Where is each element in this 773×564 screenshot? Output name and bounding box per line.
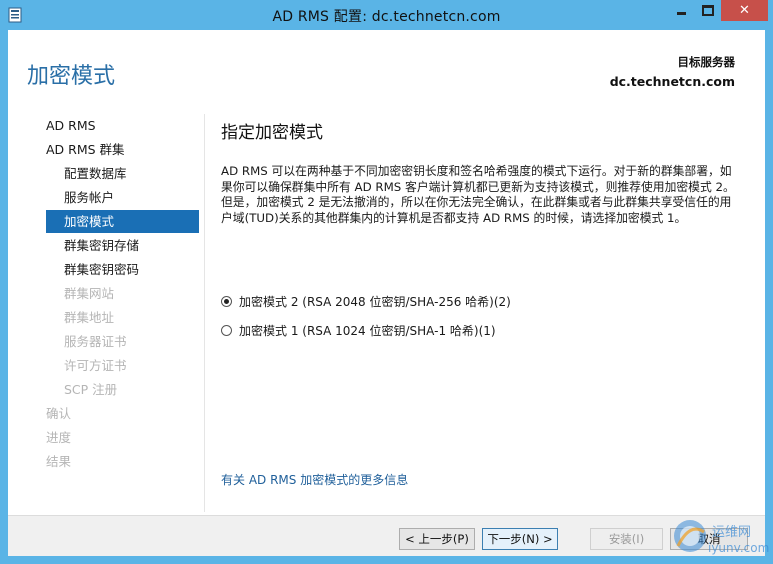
sidebar-item-server-certificate: 服务器证书 (64, 334, 127, 349)
sidebar-item-config-database[interactable]: 配置数据库 (46, 162, 199, 185)
wizard-window: AD RMS 配置: dc.technetcn.com ✕ 加密模式 目标服务器… (0, 0, 773, 564)
maximize-button[interactable] (695, 0, 721, 21)
minimize-icon (677, 12, 686, 15)
sidebar-item-cluster-address: 群集地址 (64, 310, 115, 325)
title-bar[interactable]: AD RMS 配置: dc.technetcn.com ✕ (0, 0, 773, 30)
page-title: 加密模式 (27, 64, 116, 89)
watermark-text-2: iyunv.com (708, 541, 769, 555)
maximize-icon (702, 5, 714, 16)
radio-label-mode-2[interactable]: 加密模式 2 (RSA 2048 位密钥/SHA-256 哈希)(2) (239, 293, 511, 310)
radio-button-unselected[interactable] (221, 324, 232, 336)
sidebar-item-cryptographic-mode[interactable]: 加密模式 (46, 210, 199, 233)
sidebar-item-service-account[interactable]: 服务帐户 (46, 186, 199, 209)
sidebar-item-ad-rms[interactable]: AD RMS (46, 114, 196, 137)
sidebar-item-progress: 进度 (46, 430, 72, 445)
radio-label-mode-1[interactable]: 加密模式 1 (RSA 1024 位密钥/SHA-1 哈希)(1) (239, 322, 496, 339)
target-server-name: dc.technetcn.com (609, 74, 735, 89)
install-button: 安装(I) (590, 528, 663, 550)
watermark-text-1: 运维网 (712, 525, 751, 540)
sidebar-item-ad-rms-cluster[interactable]: AD RMS 群集 (46, 138, 196, 161)
watermark-logo: 运维网 iyunv.com (674, 520, 769, 555)
minimize-button[interactable] (668, 0, 695, 21)
sidebar-item-cluster-key-storage[interactable]: 群集密钥存储 (46, 234, 199, 257)
sidebar-item-cluster-key-password[interactable]: 群集密钥密码 (46, 258, 199, 281)
window-title: AD RMS 配置: dc.technetcn.com (272, 9, 501, 25)
sidebar-item-cluster-website: 群集网站 (64, 286, 115, 301)
sidebar-item-scp-registration: SCP 注册 (64, 382, 118, 397)
close-button[interactable]: ✕ (721, 0, 768, 21)
close-icon: ✕ (739, 3, 750, 18)
section-title: 指定加密模式 (221, 123, 323, 143)
previous-button[interactable]: < 上一步(P) (399, 528, 475, 550)
radio-button-selected[interactable] (221, 295, 232, 307)
sidebar-item-results: 结果 (46, 454, 72, 469)
more-info-link[interactable]: 有关 AD RMS 加密模式的更多信息 (221, 471, 408, 488)
radio-dot-icon (224, 298, 229, 304)
radio-option-mode-2[interactable]: 加密模式 2 (RSA 2048 位密钥/SHA-256 哈希)(2) (221, 292, 511, 310)
sidebar-item-licensor-certificate: 许可方证书 (64, 358, 127, 373)
sidebar-item-confirmation: 确认 (46, 406, 72, 421)
target-server-label: 目标服务器 (677, 55, 736, 69)
wizard-client-area: 加密模式 目标服务器 dc.technetcn.com AD RMS AD RM… (8, 30, 765, 556)
radio-option-mode-1[interactable]: 加密模式 1 (RSA 1024 位密钥/SHA-1 哈希)(1) (221, 321, 496, 339)
sidebar-divider (204, 114, 205, 512)
next-button[interactable]: 下一步(N) > (482, 528, 558, 550)
mode-description: AD RMS 可以在两种基于不同加密密钥长度和签名哈希强度的模式下运行。对于新的… (221, 164, 735, 225)
wizard-footer: < 上一步(P) 下一步(N) > 安装(I) 取消 (8, 515, 765, 556)
wizard-header: 加密模式 目标服务器 dc.technetcn.com (8, 30, 765, 102)
